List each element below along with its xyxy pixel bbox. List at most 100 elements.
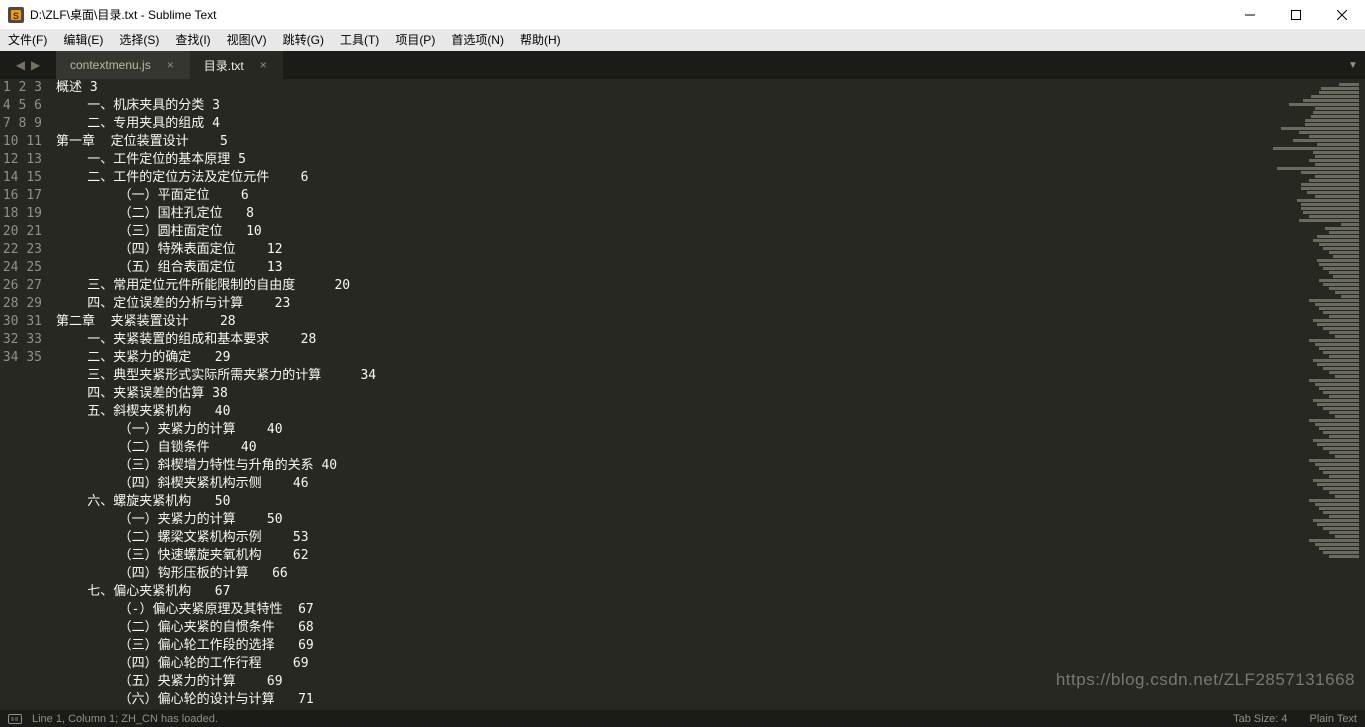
minimap-line (1323, 447, 1359, 450)
minimap-line (1313, 151, 1359, 154)
minimap-line (1323, 487, 1359, 490)
panel-toggle-icon[interactable] (8, 714, 22, 724)
nav-back-icon[interactable]: ◀ (16, 58, 25, 72)
minimap-line (1313, 519, 1359, 522)
minimap-line (1333, 275, 1359, 278)
minimap-line (1277, 167, 1359, 170)
window-title: D:\ZLF\桌面\目录.txt - Sublime Text (30, 6, 1227, 23)
minimap-line (1319, 347, 1359, 350)
minimap-line (1341, 223, 1359, 226)
minimap-line (1315, 423, 1359, 426)
tab-1[interactable]: 目录.txt× (190, 51, 283, 79)
minimap-line (1329, 531, 1359, 534)
minimize-button[interactable] (1227, 0, 1273, 29)
minimap-line (1335, 335, 1359, 338)
minimap-line (1309, 539, 1359, 542)
minimap[interactable] (1225, 79, 1365, 710)
minimap-line (1309, 179, 1359, 182)
gutter: 1 2 3 4 5 6 7 8 9 10 11 12 13 14 15 16 1… (0, 79, 56, 710)
menu-item-4[interactable]: 视图(V) (219, 29, 275, 51)
minimap-line (1311, 115, 1359, 118)
minimap-line (1309, 379, 1359, 382)
minimap-line (1309, 339, 1359, 342)
minimap-line (1309, 419, 1359, 422)
minimap-line (1325, 227, 1359, 230)
tab-close-icon[interactable]: × (260, 58, 267, 72)
minimap-line (1323, 247, 1359, 250)
minimap-line (1323, 351, 1359, 354)
minimap-line (1329, 435, 1359, 438)
editor[interactable]: 1 2 3 4 5 6 7 8 9 10 11 12 13 14 15 16 1… (0, 79, 1365, 710)
minimap-line (1305, 119, 1359, 122)
minimap-line (1313, 439, 1359, 442)
status-tab-size[interactable]: Tab Size: 4 (1233, 713, 1287, 725)
minimap-line (1301, 203, 1359, 206)
menu-item-8[interactable]: 首选项(N) (443, 29, 512, 51)
minimap-line (1315, 503, 1359, 506)
menu-item-6[interactable]: 工具(T) (332, 29, 387, 51)
maximize-button[interactable] (1273, 0, 1319, 29)
minimap-line (1315, 383, 1359, 386)
minimap-line (1315, 107, 1359, 110)
tab-overflow-button[interactable]: ▼ (1341, 51, 1365, 79)
minimap-line (1319, 243, 1359, 246)
tab-nav-arrows[interactable]: ◀ ▶ (0, 51, 56, 79)
minimap-line (1335, 495, 1359, 498)
minimap-line (1301, 183, 1359, 186)
minimap-line (1323, 407, 1359, 410)
minimap-line (1315, 463, 1359, 466)
close-button[interactable] (1319, 0, 1365, 29)
minimap-line (1317, 363, 1359, 366)
minimap-line (1333, 255, 1359, 258)
minimap-line (1309, 135, 1359, 138)
tab-row: ◀ ▶ contextmenu.js×目录.txt× ▼ (0, 51, 1365, 79)
minimap-line (1307, 191, 1359, 194)
code-area[interactable]: 概述 3 一、机床夹具的分类 3 二、专用夹具的组成 4 第一章 定位装置设计 … (56, 79, 1225, 710)
minimap-line (1317, 523, 1359, 526)
minimap-line (1319, 467, 1359, 470)
statusbar: Line 1, Column 1; ZH_CN has loaded. Tab … (0, 710, 1365, 727)
minimap-line (1301, 207, 1359, 210)
minimap-line (1329, 555, 1359, 558)
minimap-line (1323, 391, 1359, 394)
minimap-line (1315, 543, 1359, 546)
minimap-line (1311, 95, 1359, 98)
minimap-line (1309, 459, 1359, 462)
minimap-line (1329, 411, 1359, 414)
minimap-line (1299, 131, 1359, 134)
minimap-line (1317, 235, 1359, 238)
minimap-line (1319, 307, 1359, 310)
menu-item-3[interactable]: 查找(I) (167, 29, 218, 51)
minimap-line (1315, 163, 1359, 166)
minimap-line (1323, 327, 1359, 330)
minimap-line (1329, 475, 1359, 478)
minimap-line (1299, 219, 1359, 222)
minimap-line (1281, 127, 1359, 130)
minimap-line (1319, 427, 1359, 430)
minimap-line (1297, 199, 1359, 202)
minimap-line (1313, 399, 1359, 402)
menu-item-2[interactable]: 选择(S) (111, 29, 167, 51)
tab-0[interactable]: contextmenu.js× (56, 51, 190, 79)
minimap-line (1323, 551, 1359, 554)
minimap-line (1317, 443, 1359, 446)
minimap-line (1313, 111, 1359, 114)
menu-item-9[interactable]: 帮助(H) (512, 29, 569, 51)
minimap-line (1301, 187, 1359, 190)
tab-close-icon[interactable]: × (167, 58, 174, 72)
minimap-line (1329, 451, 1359, 454)
minimap-line (1301, 171, 1359, 174)
nav-forward-icon[interactable]: ▶ (31, 58, 40, 72)
menu-item-0[interactable]: 文件(F) (0, 29, 55, 51)
minimap-line (1289, 103, 1359, 106)
app-icon: S (8, 7, 24, 23)
minimap-line (1309, 215, 1359, 218)
status-syntax[interactable]: Plain Text (1310, 713, 1358, 725)
minimap-line (1315, 155, 1359, 158)
menu-item-1[interactable]: 编辑(E) (55, 29, 111, 51)
menu-item-7[interactable]: 项目(P) (387, 29, 443, 51)
minimap-line (1309, 299, 1359, 302)
menu-item-5[interactable]: 跳转(G) (275, 29, 332, 51)
status-position[interactable]: Line 1, Column 1; ZH_CN has loaded. (32, 713, 218, 725)
minimap-line (1319, 507, 1359, 510)
